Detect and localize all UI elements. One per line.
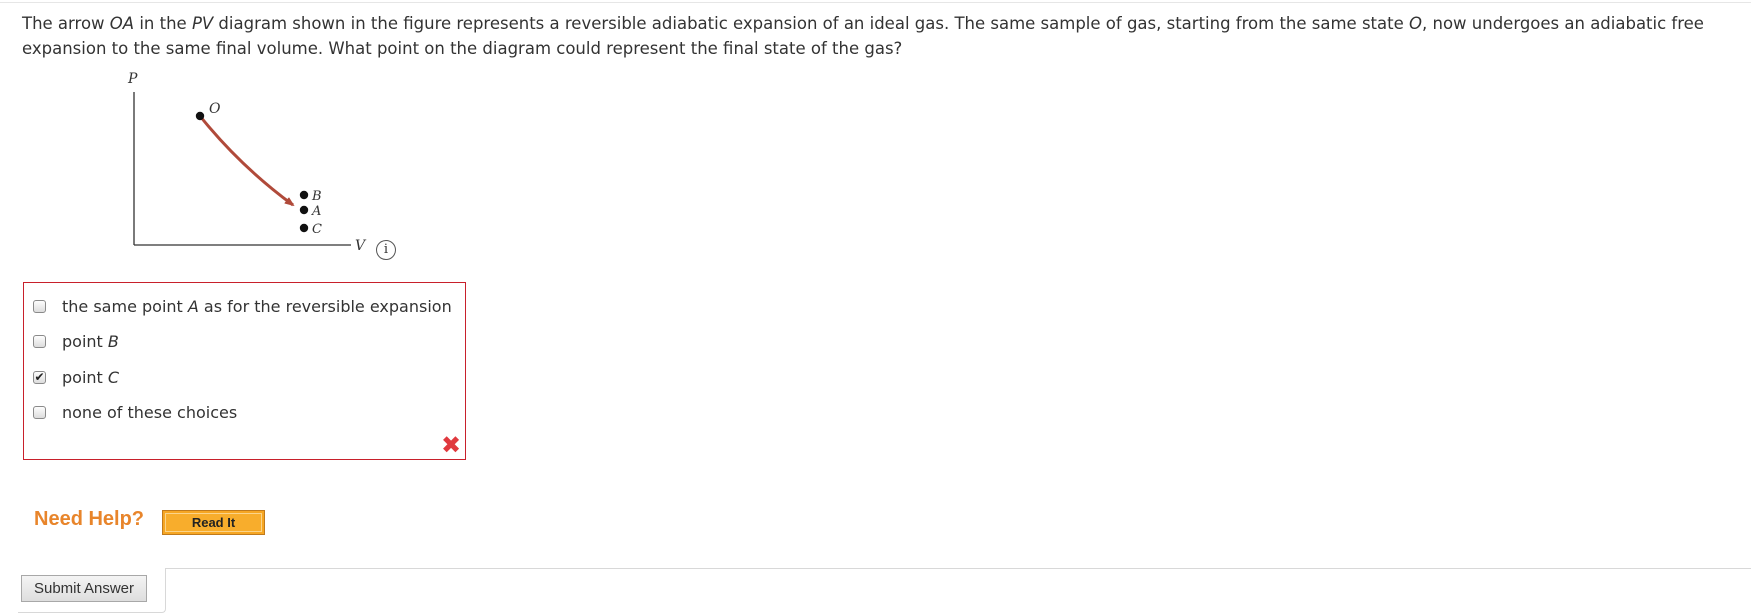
choice-label: point C [62,367,120,387]
page: The arrow OA in the PV diagram shown in … [0,0,1751,616]
pv-diagram: P V O B A C [115,66,405,266]
choice-none[interactable]: none of these choices [24,400,464,424]
top-divider [0,2,1751,3]
choice-label: the same point A as for the reversible e… [62,296,452,316]
need-help-label: Need Help? [34,508,145,530]
point-a-label: A [311,204,321,219]
choice-checkbox[interactable] [33,334,46,348]
answer-choices: the same point A as for the reversible e… [23,282,466,460]
oa-expansion-arrow [198,115,295,207]
point-c-label: C [312,222,322,237]
choice-label: none of these choices [62,402,238,422]
point-o-dot [195,111,205,121]
choice-same-point-a[interactable]: the same point A as for the reversible e… [24,294,464,318]
read-it-button[interactable]: Read It [162,510,265,535]
choice-checkbox-checked[interactable]: ✔ [33,370,46,384]
choice-checkbox[interactable] [33,405,46,419]
point-o-label: O [209,101,221,117]
point-b-label: B [311,189,322,204]
choice-label: point B [62,331,119,351]
pv-diagram-svg: P V O B A C [127,71,367,254]
choice-checkbox[interactable] [33,299,46,313]
submit-divider [165,568,1751,569]
question-text: The arrow OA in the PV diagram shown in … [22,14,1704,58]
point-c-dot [299,223,309,233]
info-icon[interactable]: i [376,240,396,260]
v-axis-label: V [355,238,367,254]
choice-point-c[interactable]: ✔ point C [24,365,464,389]
choice-point-b[interactable]: point B [24,329,464,353]
read-it-label: Read It [165,513,262,532]
submit-answer-button[interactable]: Submit Answer [21,575,147,602]
incorrect-x-icon: ✖ [440,431,462,459]
p-axis-label: P [127,71,138,87]
point-b-dot [299,190,309,200]
point-a-dot [299,205,309,215]
submit-area [0,568,1751,616]
